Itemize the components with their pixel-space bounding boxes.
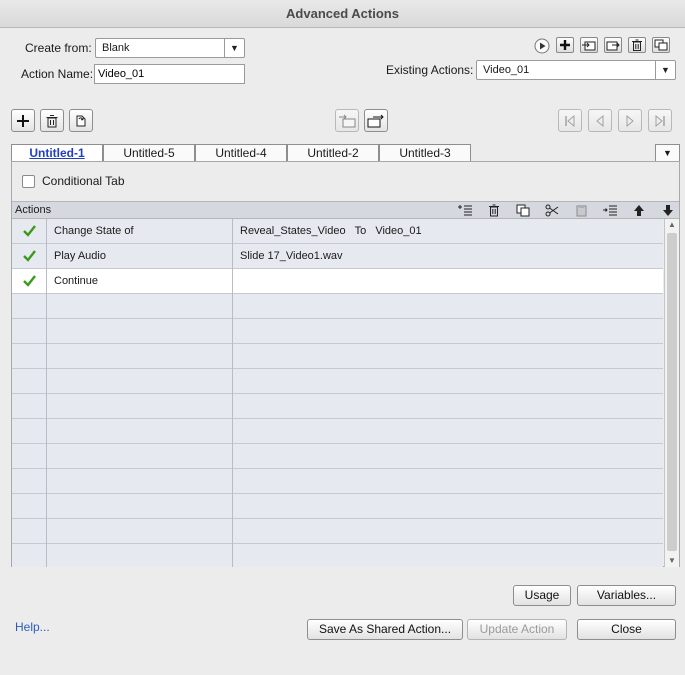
create-from-select[interactable]: Blank ▼ [95, 38, 245, 58]
actions-header-title: Actions [15, 204, 52, 216]
tab-untitled-4[interactable]: Untitled-4 [195, 144, 287, 162]
conditional-tab-checkbox[interactable] [22, 175, 35, 188]
action-name-input[interactable] [94, 64, 245, 84]
actions-scrollbar[interactable]: ▲ ▼ [664, 219, 679, 567]
column-divider [46, 219, 47, 567]
table-row[interactable] [12, 444, 663, 469]
paste-row-icon[interactable] [572, 203, 590, 218]
table-row[interactable] [12, 519, 663, 544]
scrollbar-thumb[interactable] [667, 233, 677, 551]
previous-decision-button[interactable] [588, 109, 612, 132]
actions-header: Actions [12, 201, 679, 219]
create-from-label: Create from: [25, 41, 92, 55]
target-cell: Reveal_States_Video To Video_01 [240, 225, 422, 237]
chevron-down-icon: ▼ [224, 39, 244, 57]
first-decision-button[interactable] [558, 109, 582, 132]
column-divider [232, 219, 233, 567]
cut-row-icon[interactable] [543, 203, 561, 218]
table-row[interactable] [12, 294, 663, 319]
table-row[interactable] [12, 319, 663, 344]
table-row[interactable]: Continue [12, 269, 663, 294]
scroll-down-icon[interactable]: ▼ [665, 555, 679, 567]
action-cell: Continue [54, 275, 99, 287]
duplicate-decision-button[interactable] [69, 109, 93, 132]
table-row[interactable] [12, 394, 663, 419]
last-decision-button[interactable] [648, 109, 672, 132]
export-action-icon[interactable] [604, 37, 622, 53]
copy-row-icon[interactable] [514, 203, 532, 218]
check-icon [12, 244, 46, 268]
move-up-icon[interactable] [630, 203, 648, 218]
preview-play-icon[interactable] [533, 38, 551, 54]
check-icon [12, 269, 46, 293]
close-button[interactable]: Close [577, 619, 676, 640]
tab-untitled-5[interactable]: Untitled-5 [103, 144, 195, 162]
action-cell: Change State of [54, 225, 134, 237]
window-title: Advanced Actions [0, 0, 685, 28]
insert-row-icon[interactable] [456, 203, 474, 218]
indent-row-icon[interactable] [601, 203, 619, 218]
decision-panel: Conditional Tab Actions Change State of … [11, 161, 680, 567]
existing-actions-select[interactable]: Video_01 ▼ [476, 60, 676, 80]
existing-actions-value: Video_01 [483, 64, 530, 76]
variables-button[interactable]: Variables... [577, 585, 676, 606]
chevron-down-icon: ▼ [655, 61, 675, 79]
update-action-button[interactable]: Update Action [467, 619, 567, 640]
table-row[interactable] [12, 369, 663, 394]
help-link[interactable]: Help... [15, 620, 50, 634]
tab-untitled-1[interactable]: Untitled-1 [11, 144, 103, 162]
conditional-tab-label: Conditional Tab [42, 174, 125, 188]
existing-actions-label: Existing Actions: [386, 63, 474, 77]
tab-untitled-2[interactable]: Untitled-2 [287, 144, 379, 162]
duplicate-action-icon[interactable] [652, 37, 670, 53]
add-action-icon[interactable] [556, 37, 574, 53]
table-row[interactable] [12, 469, 663, 494]
scroll-up-icon[interactable]: ▲ [665, 219, 679, 231]
check-icon [12, 219, 46, 243]
save-as-shared-action-button[interactable]: Save As Shared Action... [307, 619, 463, 640]
tab-untitled-3[interactable]: Untitled-3 [379, 144, 471, 162]
add-decision-button[interactable] [11, 109, 35, 132]
table-row[interactable]: Change State of Reveal_States_Video To V… [12, 219, 663, 244]
export-decision-button[interactable] [364, 109, 388, 132]
table-row[interactable] [12, 344, 663, 369]
delete-action-icon[interactable] [628, 37, 646, 53]
delete-decision-button[interactable] [40, 109, 64, 132]
delete-row-icon[interactable] [485, 203, 503, 218]
tabs-dropdown-icon[interactable]: ▼ [655, 144, 680, 162]
table-row[interactable] [12, 544, 663, 567]
import-action-icon[interactable] [580, 37, 598, 53]
table-row[interactable] [12, 419, 663, 444]
create-from-value: Blank [102, 42, 130, 54]
move-down-icon[interactable] [659, 203, 677, 218]
target-cell: Slide 17_Video1.wav [240, 250, 343, 262]
usage-button[interactable]: Usage [513, 585, 571, 606]
actions-grid: Change State of Reveal_States_Video To V… [12, 219, 663, 567]
import-decision-button[interactable] [335, 109, 359, 132]
action-name-label: Action Name: [21, 67, 94, 81]
table-row[interactable] [12, 494, 663, 519]
table-row[interactable]: Play Audio Slide 17_Video1.wav [12, 244, 663, 269]
action-cell: Play Audio [54, 250, 106, 262]
next-decision-button[interactable] [618, 109, 642, 132]
